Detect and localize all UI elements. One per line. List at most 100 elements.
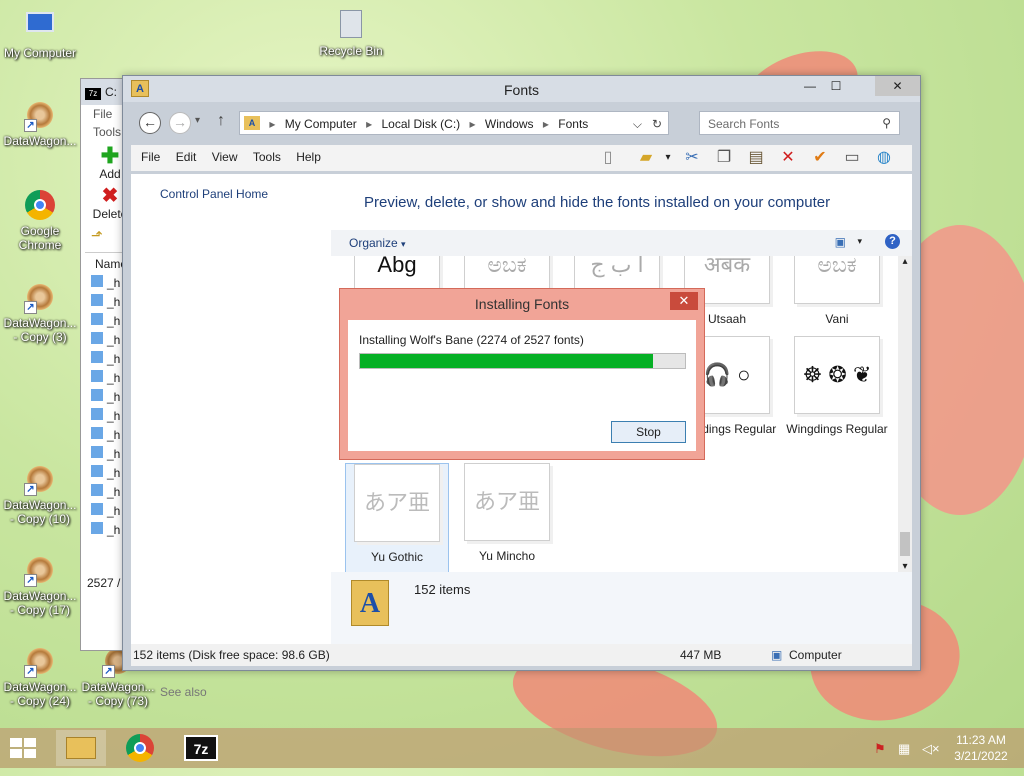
shortcut-arrow-icon: ↗ <box>102 665 115 678</box>
folder-options-icon[interactable]: ▰ <box>635 148 657 168</box>
desktop-icon-datawagon-copy-17[interactable]: ↗ DataWagon... - Copy (17) <box>0 555 80 617</box>
install-status-message: Installing Wolf's Bane (2274 of 2527 fon… <box>359 333 584 347</box>
font-tile-yu-gothic[interactable]: あア亜 Yu Gothic <box>345 463 449 572</box>
windows-logo-icon <box>10 738 38 758</box>
globe-icon[interactable]: ◍ <box>873 148 895 168</box>
fonts-folder-icon: A <box>244 116 260 130</box>
details-item-count: 152 items <box>414 582 471 597</box>
menu-file[interactable]: File <box>135 145 166 169</box>
search-icon: ⚲ <box>882 116 891 130</box>
back-button[interactable]: ← <box>139 112 161 134</box>
taskbar-file-explorer[interactable] <box>56 730 106 766</box>
minimize-button[interactable]: — <box>797 76 823 96</box>
desktop-icon-recycle-bin[interactable]: Recycle Bin <box>311 8 391 58</box>
menu-tools[interactable]: Tools <box>247 145 287 169</box>
properties-icon[interactable]: ▭ <box>841 148 863 168</box>
computer-icon: ▣ <box>771 648 783 662</box>
computer-icon <box>24 12 56 44</box>
menu-edit[interactable]: Edit <box>170 145 203 169</box>
desktop-icon-datawagon-copy-24[interactable]: ↗ DataWagon... - Copy (24) <box>0 646 80 708</box>
menu-bar: File Edit View Tools Help ▯ ▰ ▾ ✂ ❐ ▤ ✕ … <box>131 145 912 171</box>
forward-button[interactable]: → <box>169 112 191 134</box>
network-icon[interactable]: ▦ <box>898 741 910 757</box>
7zip-icon: 7z <box>85 88 101 100</box>
breadcrumb-my-computer[interactable]: My Computer <box>285 117 357 131</box>
action-center-flag-icon[interactable]: ⚑ <box>874 741 886 757</box>
scroll-thumb[interactable] <box>900 532 910 556</box>
command-bar: Organize ▾ ▣ ▾ ? <box>331 230 912 256</box>
font-file-icon <box>91 389 103 401</box>
installing-fonts-dialog[interactable]: Installing Fonts ✕ Installing Wolf's Ban… <box>339 288 705 460</box>
taskbar-chrome[interactable] <box>115 730 165 766</box>
stop-button[interactable]: Stop <box>611 421 686 443</box>
7zip-icon: 7z <box>184 735 218 761</box>
view-chevron-icon[interactable]: ▾ <box>857 236 862 247</box>
fonts-folder-large-icon: A <box>351 580 389 626</box>
status-location: Computer <box>789 648 842 662</box>
up-button[interactable]: ↑ <box>217 112 225 130</box>
close-button[interactable]: ✕ <box>875 76 920 96</box>
status-bar: 152 items (Disk free space: 98.6 GB) 447… <box>131 644 912 666</box>
desktop-icon-my-computer[interactable]: My Computer <box>0 8 80 60</box>
volume-muted-icon[interactable]: ◁× <box>922 741 940 757</box>
details-pane: A 152 items <box>331 572 912 644</box>
start-button[interactable] <box>10 738 38 758</box>
cut-icon[interactable]: ✂ <box>681 148 703 168</box>
taskbar: 7z ⚑ ▦ ◁× 11:23 AM 3/21/2022 <box>0 728 1024 768</box>
font-tile-vani[interactable]: ಅಬಕ Vani <box>785 256 889 342</box>
font-file-icon <box>91 370 103 382</box>
menu-view[interactable]: View <box>206 145 244 169</box>
bg-status: 2527 / <box>87 576 121 590</box>
progress-fill <box>360 354 653 368</box>
dialog-close-button[interactable]: ✕ <box>670 292 698 310</box>
scroll-down-icon[interactable]: ▾ <box>898 561 912 572</box>
change-view-icon[interactable]: ▣ <box>835 235 846 249</box>
page-heading: Preview, delete, or show and hide the fo… <box>364 194 831 211</box>
font-tile-wingdings[interactable]: ☸ ❂ ❦ Wingdings Regular <box>785 336 889 452</box>
font-file-icon <box>91 332 103 344</box>
paste-icon[interactable]: ▤ <box>745 148 767 168</box>
folder-icon <box>66 737 96 759</box>
breadcrumb-local-disk[interactable]: Local Disk (C:) <box>381 117 460 131</box>
control-panel-home-link[interactable]: Control Panel Home <box>160 187 268 201</box>
breadcrumb-fonts[interactable]: Fonts <box>558 117 588 131</box>
font-file-icon <box>91 275 103 287</box>
preview-pane-icon[interactable]: ▯ <box>597 148 619 168</box>
install-progress-bar <box>359 353 686 369</box>
address-row: ← → ▾ ↑ A ▸ My Computer ▸ Local Disk (C:… <box>131 109 912 137</box>
address-bar[interactable]: A ▸ My Computer ▸ Local Disk (C:) ▸ Wind… <box>239 111 669 135</box>
recent-locations-chevron-icon[interactable]: ▾ <box>195 115 200 126</box>
delete-icon[interactable]: ✕ <box>777 148 799 168</box>
copy-icon[interactable]: ❐ <box>713 148 735 168</box>
vertical-scrollbar[interactable]: ▴ ▾ <box>898 256 912 572</box>
search-input[interactable]: Search Fonts ⚲ <box>699 111 900 135</box>
chrome-icon <box>25 190 55 220</box>
refresh-icon[interactable]: ↻ <box>652 117 662 131</box>
desktop-icon-datawagon-copy-10[interactable]: ↗ DataWagon... - Copy (10) <box>0 464 80 526</box>
font-file-icon <box>91 351 103 363</box>
breadcrumb-separator-icon: ▸ <box>366 117 373 131</box>
menu-help[interactable]: Help <box>290 145 327 169</box>
desktop-icon-datawagon-copy-3[interactable]: ↗ DataWagon... - Copy (3) <box>0 282 80 344</box>
desktop-icon-google-chrome[interactable]: Google Chrome <box>0 190 80 252</box>
status-size: 447 MB <box>680 648 722 662</box>
scroll-up-icon[interactable]: ▴ <box>898 256 912 267</box>
system-clock[interactable]: 11:23 AM 3/21/2022 <box>948 732 1014 764</box>
window-titlebar[interactable]: A Fonts — ☐ ✕ <box>123 76 920 102</box>
breadcrumb-windows[interactable]: Windows <box>485 117 534 131</box>
options-chevron-icon[interactable]: ▾ <box>657 148 679 168</box>
help-icon[interactable]: ? <box>885 234 900 249</box>
checkmark-icon[interactable]: ✔ <box>809 148 831 168</box>
address-dropdown-chevron-icon[interactable]: ⌵ <box>633 117 642 132</box>
status-item-count: 152 items (Disk free space: 98.6 GB) <box>133 648 330 662</box>
recycle-bin-icon <box>335 10 367 42</box>
organize-button[interactable]: Organize ▾ <box>349 236 406 250</box>
font-file-icon <box>91 446 103 458</box>
maximize-button[interactable]: ☐ <box>823 76 849 96</box>
breadcrumb-separator-icon: ▸ <box>542 117 549 131</box>
shortcut-arrow-icon: ↗ <box>24 483 37 496</box>
taskbar-7zip[interactable]: 7z <box>176 730 226 766</box>
shortcut-arrow-icon: ↗ <box>24 574 37 587</box>
desktop-icon-datawagon[interactable]: ↗ DataWagon... <box>0 100 80 148</box>
font-tile-yu-mincho[interactable]: あア亜 Yu Mincho <box>455 463 559 572</box>
